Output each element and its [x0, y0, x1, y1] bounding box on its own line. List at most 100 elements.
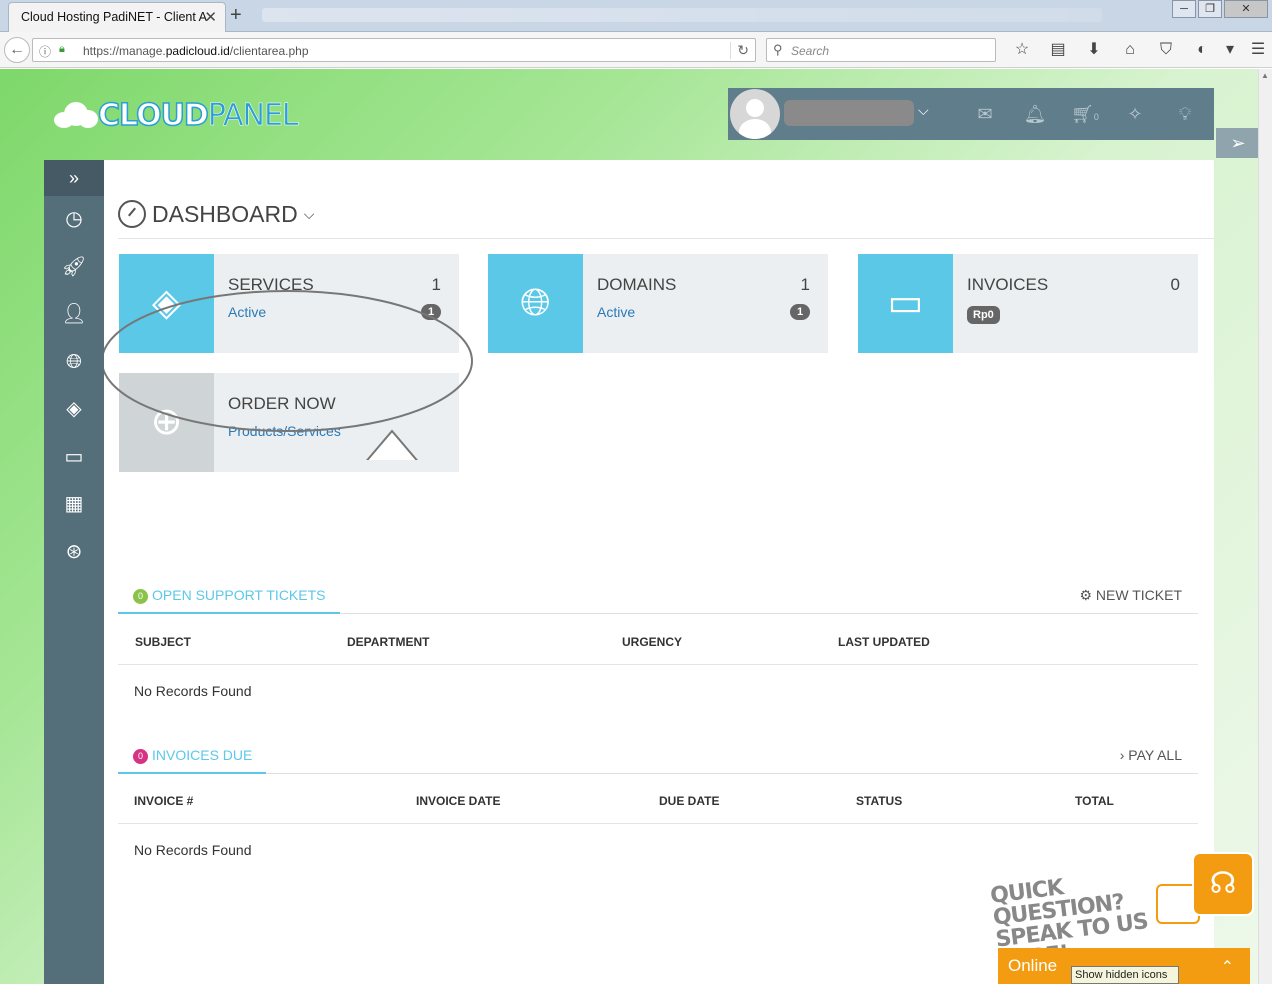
rocket-icon: 🚀︎	[61, 255, 87, 278]
new-ticket-button[interactable]: ⚙ NEW TICKET	[1079, 578, 1182, 612]
column-header[interactable]: INVOICE #	[134, 794, 193, 808]
minimize-button[interactable]: ─	[1172, 0, 1196, 18]
sidebar-item-dashboard[interactable]: ◷	[44, 196, 104, 244]
background-tabs[interactable]	[262, 8, 1102, 22]
close-window-button[interactable]: ✕	[1224, 0, 1268, 18]
reading-list-icon[interactable]: ▤	[1040, 38, 1076, 62]
lightbulb-icon[interactable]: 💡︎	[1160, 88, 1210, 140]
invoices-empty: No Records Found	[134, 842, 252, 858]
tile-order-now[interactable]: ⊕ ORDER NOW Products/Services	[119, 373, 459, 472]
chat-widget[interactable]: QUICK QUESTION? SPEAK TO US HERE! ☊ Onli…	[989, 852, 1256, 984]
chevron-up-icon[interactable]: ⌃	[1221, 957, 1234, 977]
invoices-table-header: INVOICE # INVOICE DATE DUE DATE STATUS T…	[118, 776, 1198, 824]
tile-link[interactable]: Products/Services	[228, 423, 341, 439]
extension-dropdown-icon[interactable]: ▾	[1220, 38, 1240, 62]
browser-tab-active[interactable]: Cloud Hosting PadiNET - Client A ✕	[8, 2, 226, 32]
page-scrollbar[interactable]: ▲	[1258, 69, 1272, 984]
lock-icon[interactable]: 🔒︎	[59, 43, 69, 55]
magic-wand-icon[interactable]: ✧	[1110, 88, 1160, 140]
page-title[interactable]: DASHBOARD ⌵	[118, 200, 314, 228]
column-header[interactable]: INVOICE DATE	[416, 794, 500, 808]
column-header[interactable]: DEPARTMENT	[347, 635, 429, 649]
column-header[interactable]: STATUS	[856, 794, 902, 808]
tile-count: 0	[1170, 275, 1180, 294]
mail-icon[interactable]: ✉	[960, 88, 1010, 140]
pocket-icon[interactable]: ⛉	[1148, 38, 1184, 62]
lifebuoy-icon: ⊛	[65, 540, 83, 563]
paper-plane-icon[interactable]: ➢	[1216, 128, 1258, 158]
browser-nav-bar: ← ⓘ 🔒︎ https://manage.padicloud.id/clien…	[0, 32, 1272, 68]
tickets-panel-header: 0 OPEN SUPPORT TICKETS ⚙ NEW TICKET	[118, 578, 1198, 614]
cloud-logo-icon	[52, 100, 98, 130]
tile-title: ORDER NOW	[228, 394, 336, 413]
globe-icon: 🌐︎	[488, 254, 583, 353]
tile-title: INVOICES	[967, 275, 1049, 294]
page-background: CLOUDPANEL ⌵ ✉ 🔔︎ 🛒︎0 ✧ 💡︎ ➢ » ◷ 🚀︎ 👤︎ 🌐…	[0, 69, 1258, 984]
search-input[interactable]: ⚲ Search	[766, 38, 996, 62]
user-name-redacted[interactable]	[784, 100, 914, 126]
download-icon[interactable]: ⬇	[1076, 38, 1112, 62]
tile-title: DOMAINS	[597, 275, 677, 294]
browser-tab-bar: Cloud Hosting PadiNET - Client A ✕ + ─ ❐…	[0, 0, 1272, 32]
menu-icon[interactable]: ☰	[1240, 38, 1272, 62]
sidebar-item-account[interactable]: 👤︎	[44, 291, 104, 339]
invoices-count-badge: 0	[133, 749, 148, 764]
new-tab-button[interactable]: +	[230, 4, 242, 27]
sidebar-item-services[interactable]: ◈	[44, 386, 104, 434]
avatar[interactable]	[730, 89, 780, 139]
tile-domains[interactable]: 🌐︎ DOMAINS 1 Active 1	[488, 254, 828, 353]
sidebar-item-support[interactable]: ⊛	[44, 529, 104, 577]
column-header[interactable]: DUE DATE	[659, 794, 719, 808]
tickets-tab[interactable]: 0 OPEN SUPPORT TICKETS	[118, 578, 340, 614]
address-bar[interactable]: ⓘ 🔒︎ https://manage.padicloud.id/clienta…	[32, 38, 756, 62]
cart-icon[interactable]: 🛒︎0	[1060, 88, 1110, 140]
tickets-table-header: SUBJECT DEPARTMENT URGENCY LAST UPDATED	[118, 617, 1198, 665]
tile-invoices[interactable]: ▭ INVOICES 0 Rp0	[858, 254, 1198, 353]
tooltip: Show hidden icons	[1071, 966, 1179, 984]
info-icon[interactable]: ⓘ	[39, 43, 51, 60]
sidebar-item-domains[interactable]: 🌐︎	[44, 339, 104, 387]
topbar-icons: ✉ 🔔︎ 🛒︎0 ✧ 💡︎	[960, 88, 1210, 140]
invoices-due-tab[interactable]: 0 INVOICES DUE	[118, 738, 267, 774]
chevron-down-icon[interactable]: ⌵	[918, 102, 929, 119]
home-icon[interactable]: ⌂	[1112, 38, 1148, 62]
dashboard-gauge-icon	[118, 200, 146, 228]
sidebar-item-order[interactable]: 🚀︎	[44, 244, 104, 292]
extension-icon[interactable]: ◐	[1184, 38, 1220, 62]
scroll-up-icon[interactable]: ▲	[1261, 71, 1269, 80]
gear-icon: ⚙	[1079, 587, 1093, 603]
inbox-icon: ▭	[858, 254, 953, 353]
divider	[118, 238, 1214, 239]
search-placeholder: Search	[791, 44, 830, 58]
column-header[interactable]: LAST UPDATED	[838, 635, 930, 649]
back-button[interactable]: ←	[4, 37, 30, 63]
sidebar-item-invoices[interactable]: ▭	[44, 434, 104, 482]
cart-count: 0	[1093, 112, 1099, 122]
pay-all-button[interactable]: › PAY ALL	[1120, 738, 1182, 772]
window-controls: ─ ❐ ✕	[1170, 0, 1268, 18]
tile-count: 1	[431, 275, 441, 294]
headset-icon[interactable]: ☊	[1192, 852, 1254, 916]
column-header[interactable]: TOTAL	[1075, 794, 1114, 808]
url-text: https://manage.padicloud.id/clientarea.p…	[83, 44, 309, 58]
bell-icon[interactable]: 🔔︎	[1010, 88, 1060, 140]
layers-icon: ◈	[119, 254, 214, 353]
user-icon: 👤︎	[61, 303, 87, 325]
chevron-down-icon: ⌵	[303, 205, 315, 222]
tile-link[interactable]: Active	[228, 304, 266, 320]
restore-button[interactable]: ❐	[1198, 0, 1222, 18]
tile-link[interactable]: Active	[597, 304, 635, 320]
globe-icon: 🌐︎	[66, 350, 82, 373]
tab-title: Cloud Hosting PadiNET - Client A	[21, 10, 207, 24]
column-header[interactable]: URGENCY	[622, 635, 682, 649]
sidebar-toggle-icon[interactable]: »	[44, 160, 104, 196]
cloudpanel-logo[interactable]: CLOUDPANEL	[52, 97, 299, 133]
inbox-icon: ▭	[64, 445, 84, 468]
column-header[interactable]: SUBJECT	[135, 635, 191, 649]
tab-close-icon[interactable]: ✕	[204, 8, 217, 26]
sidebar-item-billing[interactable]: ▦	[44, 481, 104, 529]
reload-icon[interactable]: ↻	[730, 42, 749, 59]
search-icon: ⚲	[773, 42, 783, 57]
bookmark-star-icon[interactable]: ☆	[1004, 38, 1040, 62]
tile-services[interactable]: ◈ SERVICES 1 Active 1	[119, 254, 459, 353]
